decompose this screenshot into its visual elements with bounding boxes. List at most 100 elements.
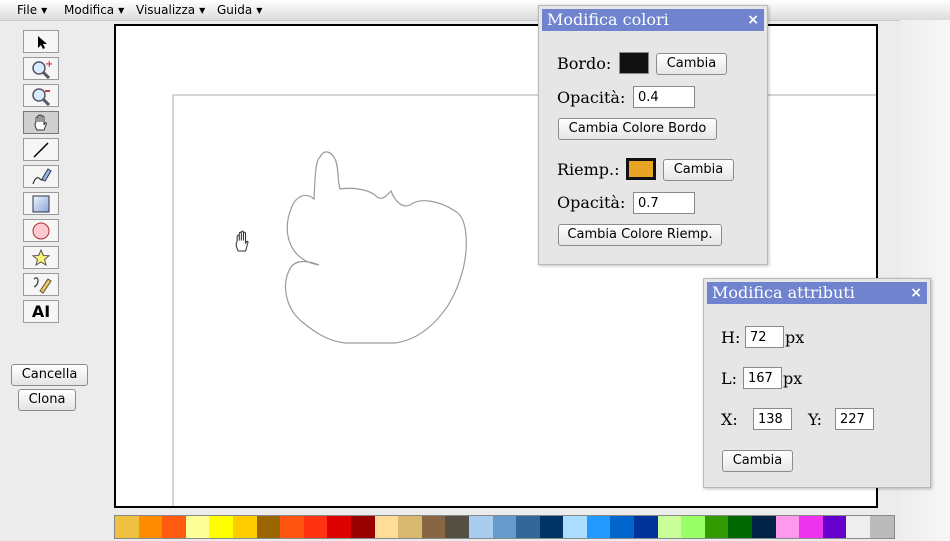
palette-swatch[interactable]: [138, 516, 163, 538]
fill-color-swatch[interactable]: [626, 158, 656, 180]
height-label: H:: [721, 328, 741, 347]
stroke-label: Bordo:: [557, 54, 612, 73]
fill-opacity-label: Opacità:: [557, 193, 626, 212]
palette-swatch[interactable]: [492, 516, 517, 538]
palette-swatch[interactable]: [162, 516, 186, 538]
palette-swatch[interactable]: [846, 516, 870, 538]
ellipse-tool-button[interactable]: [23, 219, 59, 242]
palette-swatch[interactable]: [634, 516, 658, 538]
palette-swatch[interactable]: [539, 516, 564, 538]
stroke-opacity-input[interactable]: [633, 86, 695, 108]
palette-swatch[interactable]: [799, 516, 823, 538]
y-input[interactable]: [835, 408, 874, 430]
path-edit-tool-icon: [33, 276, 52, 294]
menu-visualizza[interactable]: Visualizza ▼: [136, 3, 205, 17]
chevron-down-icon: ▼: [199, 6, 206, 15]
palette-swatch[interactable]: [563, 516, 587, 538]
chevron-down-icon: ▼: [118, 6, 125, 15]
menu-bar: File ▼ Modifica ▼ Visualizza ▼ Guida ▼: [0, 0, 950, 21]
path-edit-tool-button[interactable]: [23, 273, 59, 296]
palette-swatch[interactable]: [350, 516, 375, 538]
zoom-out-tool-button[interactable]: [23, 84, 59, 107]
select-tool-icon: [38, 35, 47, 49]
pan-cursor-icon: [235, 230, 249, 252]
chevron-down-icon: ▼: [256, 6, 263, 15]
palette-swatch[interactable]: [610, 516, 635, 538]
colors-panel: Modifica colori × Bordo: Cambia Opacità:…: [538, 5, 768, 265]
menu-modifica[interactable]: Modifica ▼: [64, 3, 124, 17]
palette-swatch[interactable]: [445, 516, 469, 538]
palette-swatch[interactable]: [280, 516, 304, 538]
rectangle-tool-button[interactable]: [23, 192, 59, 215]
apply-fill-color-button[interactable]: Cambia Colore Riemp.: [558, 224, 722, 246]
text-tool-icon: AI: [31, 302, 51, 321]
palette-swatch[interactable]: [728, 516, 753, 538]
palette-swatch[interactable]: [327, 516, 351, 538]
menu-guida[interactable]: Guida ▼: [217, 3, 262, 17]
zoom-in-tool-icon: +: [32, 59, 52, 79]
palette-swatch[interactable]: [468, 516, 493, 538]
height-unit: px: [785, 328, 805, 347]
color-palette: [114, 515, 895, 539]
rectangle-tool-icon: [32, 195, 50, 212]
stroke-change-button[interactable]: Cambia: [656, 53, 727, 75]
palette-swatch[interactable]: [822, 516, 847, 538]
x-input[interactable]: [753, 408, 792, 430]
pan-hand-tool-icon: [34, 114, 47, 130]
palette-swatch[interactable]: [232, 516, 257, 538]
palette-swatch[interactable]: [115, 516, 139, 538]
palette-swatch[interactable]: [681, 516, 705, 538]
delete-button[interactable]: Cancella: [11, 364, 88, 386]
palette-swatch[interactable]: [185, 516, 210, 538]
palette-swatch[interactable]: [870, 516, 894, 538]
palette-swatch[interactable]: [256, 516, 281, 538]
palette-swatch[interactable]: [775, 516, 800, 538]
pan-hand-tool-button[interactable]: [23, 111, 59, 134]
stroke-color-swatch[interactable]: [619, 52, 649, 74]
apply-attributes-button[interactable]: Cambia: [722, 450, 793, 472]
palette-swatch[interactable]: [398, 516, 422, 538]
stroke-opacity-label: Opacità:: [557, 88, 626, 107]
colors-panel-header[interactable]: Modifica colori ×: [542, 9, 764, 31]
chevron-down-icon: ▼: [41, 6, 48, 15]
close-icon[interactable]: ×: [910, 282, 922, 304]
attributes-panel-header[interactable]: Modifica attributi ×: [707, 282, 927, 304]
colors-panel-title: Modifica colori: [547, 10, 669, 29]
palette-swatch[interactable]: [516, 516, 540, 538]
palette-swatch[interactable]: [421, 516, 446, 538]
palette-swatch[interactable]: [657, 516, 682, 538]
palette-swatch[interactable]: [374, 516, 399, 538]
fill-opacity-input[interactable]: [633, 192, 695, 214]
width-input[interactable]: [743, 367, 782, 389]
palette-swatch[interactable]: [209, 516, 233, 538]
freehand-pen-tool-button[interactable]: [23, 165, 59, 188]
palette-swatch[interactable]: [704, 516, 729, 538]
fill-label: Riemp.:: [557, 160, 620, 179]
line-tool-icon: [33, 141, 49, 158]
apply-stroke-color-button[interactable]: Cambia Colore Bordo: [558, 118, 717, 140]
ellipse-tool-icon: [32, 222, 50, 239]
width-label: L:: [721, 369, 738, 388]
clone-button[interactable]: Clona: [18, 389, 76, 411]
star-shape-tool-icon: [31, 248, 51, 266]
attributes-panel: Modifica attributi × H: px L: px X: Y: C…: [703, 278, 931, 488]
palette-swatch[interactable]: [752, 516, 776, 538]
menu-file[interactable]: File ▼: [17, 3, 47, 17]
hand-shape[interactable]: [297, 133, 340, 274]
hand-outline[interactable]: [284, 151, 467, 344]
freehand-pen-tool-icon: [32, 167, 52, 184]
text-tool-button[interactable]: AI: [23, 300, 59, 323]
line-tool-button[interactable]: [23, 138, 59, 161]
zoom-in-tool-button[interactable]: +: [23, 57, 59, 80]
palette-swatch[interactable]: [586, 516, 611, 538]
height-input[interactable]: [745, 326, 784, 348]
close-icon[interactable]: ×: [747, 9, 759, 31]
star-shape-tool-button[interactable]: [23, 246, 59, 269]
width-unit: px: [783, 369, 803, 388]
attributes-panel-title: Modifica attributi: [712, 283, 855, 302]
palette-swatch[interactable]: [303, 516, 328, 538]
fill-change-button[interactable]: Cambia: [663, 159, 734, 181]
svg-text:+: +: [45, 59, 52, 70]
zoom-out-tool-icon: [32, 87, 51, 106]
select-tool-button[interactable]: [23, 30, 59, 53]
